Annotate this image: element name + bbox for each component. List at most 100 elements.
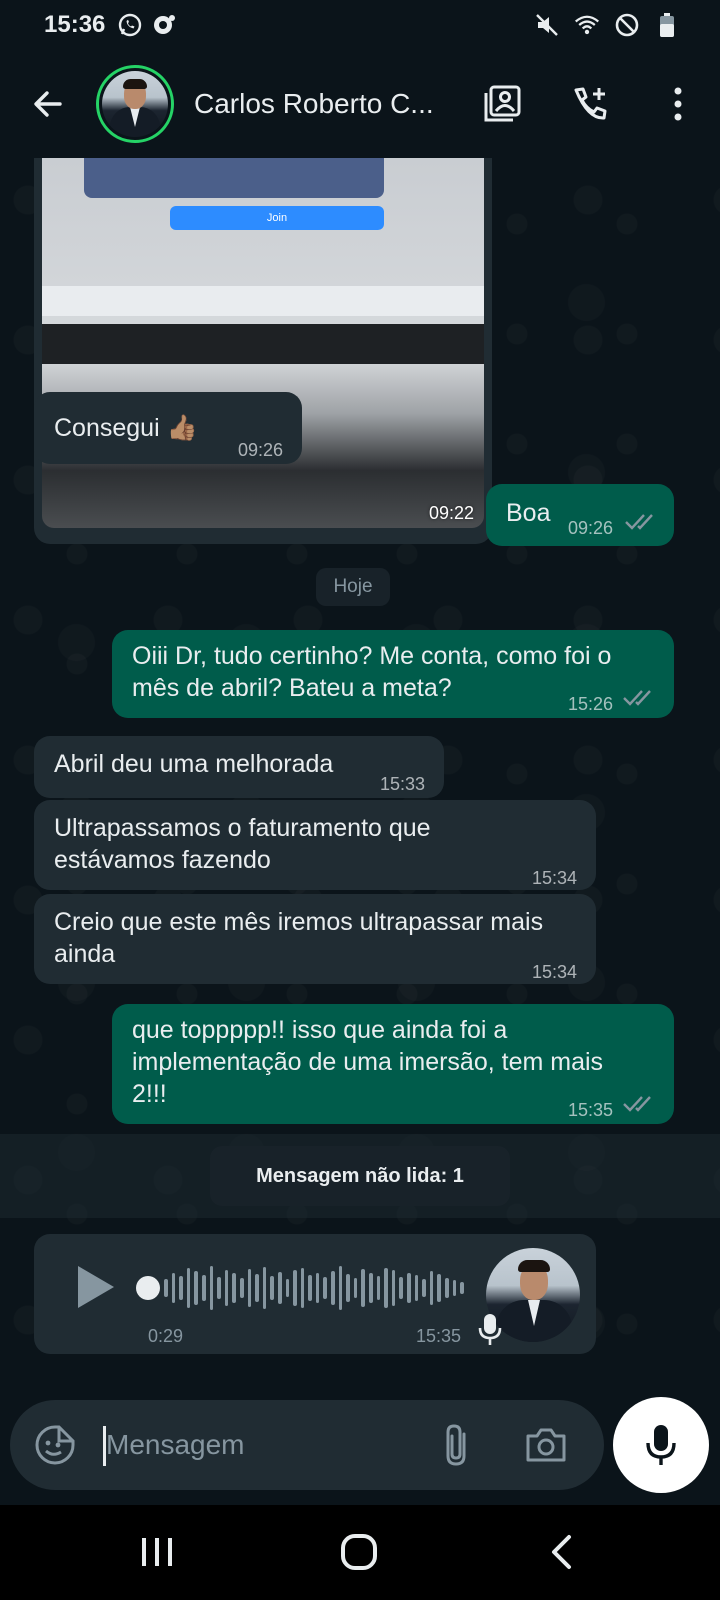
waveform-bar	[293, 1270, 297, 1306]
home-icon	[341, 1534, 377, 1570]
waveform-bar	[361, 1269, 366, 1307]
more-vertical-icon[interactable]	[656, 82, 700, 126]
incoming-message[interactable]: Consegui 👍🏽 09:26	[34, 392, 302, 464]
play-icon[interactable]	[74, 1262, 118, 1312]
voice-seek-handle[interactable]	[136, 1276, 160, 1300]
waveform-bar	[164, 1279, 168, 1297]
waveform-bar	[209, 1266, 214, 1310]
waveform-bar	[217, 1277, 221, 1299]
message-time: 09:22	[428, 503, 474, 523]
recents-icon	[142, 1538, 172, 1566]
message-composer[interactable]	[10, 1400, 604, 1490]
waveform-bar	[384, 1268, 388, 1308]
paperclip-icon[interactable]	[436, 1422, 476, 1468]
contact-card-icon[interactable]	[480, 82, 524, 126]
status-time: 15:36	[44, 11, 106, 38]
read-ticks-icon	[623, 690, 651, 706]
back-button[interactable]	[26, 82, 70, 126]
chevron-left-icon	[552, 1535, 571, 1569]
waveform-bar	[376, 1276, 381, 1300]
sticker-emoji-icon[interactable]	[34, 1424, 76, 1466]
waveform-bar	[224, 1270, 229, 1306]
message-time: 15:35	[416, 1326, 462, 1346]
waveform-bar	[353, 1278, 358, 1298]
waveform-bar	[300, 1268, 305, 1308]
whatsapp-icon	[117, 12, 143, 38]
voice-duration: 0:29	[148, 1326, 184, 1346]
waveform-bar	[323, 1277, 328, 1299]
message-input[interactable]	[106, 1422, 406, 1468]
message-time: 09:26	[568, 518, 614, 538]
voice-waveform[interactable]	[164, 1262, 464, 1314]
message-line: Creio que este mês iremos ultrapassar ma…	[54, 908, 544, 936]
waveform-bar	[262, 1267, 267, 1309]
waveform-bar	[277, 1272, 282, 1304]
waveform-bar	[460, 1282, 464, 1294]
waveform-bar	[422, 1279, 426, 1297]
system-nav-bar	[0, 1505, 720, 1600]
message-line: mês de abril? Bateu a meta?	[132, 674, 452, 702]
home-button[interactable]	[334, 1527, 384, 1577]
battery-icon	[654, 12, 680, 38]
incoming-message[interactable]: Ultrapassamos o faturamento que estávamo…	[34, 800, 596, 890]
unread-divider: Mensagem não lida: 1	[0, 1134, 720, 1218]
message-line: Oiii Dr, tudo certinho? Me conta, como f…	[132, 642, 612, 670]
voice-message[interactable]: 0:29 15:35	[34, 1234, 596, 1354]
unread-banner: Mensagem não lida: 1	[210, 1146, 510, 1206]
contact-avatar[interactable]	[96, 65, 174, 143]
message-line: que toppppp!! isso que ainda foi a	[132, 1016, 508, 1044]
waveform-bar	[331, 1271, 335, 1305]
screenshot-photo[interactable]: Join	[42, 158, 484, 528]
waveform-bar	[346, 1274, 350, 1302]
recents-button[interactable]	[132, 1527, 182, 1577]
message-line: 2!!!	[132, 1080, 167, 1108]
message-text: Boa	[506, 499, 551, 527]
waveform-bar	[452, 1280, 457, 1296]
composer-area	[0, 1383, 720, 1505]
mic-icon	[646, 1425, 676, 1465]
message-time: 15:26	[568, 694, 614, 714]
message-line: ainda	[54, 940, 116, 968]
mic-icon	[478, 1314, 502, 1345]
incoming-message[interactable]: Abril deu uma melhorada 15:33	[34, 736, 444, 798]
waveform-bar	[255, 1274, 259, 1302]
image-message[interactable]: Join 09:22	[34, 158, 492, 544]
waveform-bar	[338, 1266, 343, 1310]
waveform-bar	[437, 1274, 441, 1302]
arrow-left-icon	[34, 91, 62, 117]
waveform-bar	[270, 1276, 274, 1300]
add-call-icon[interactable]	[568, 82, 612, 126]
waveform-bar	[315, 1273, 320, 1303]
avatar	[102, 71, 168, 137]
outgoing-message[interactable]: Boa 09:26	[486, 484, 674, 546]
outgoing-message[interactable]: Oiii Dr, tudo certinho? Me conta, como f…	[112, 630, 674, 718]
waveform-bar	[247, 1269, 252, 1307]
waveform-bar	[369, 1273, 373, 1303]
waveform-bar	[407, 1273, 411, 1303]
chat-header: Carlos Roberto C...	[0, 50, 720, 158]
waveform-bar	[429, 1271, 434, 1305]
waveform-bar	[399, 1277, 403, 1299]
waveform-bar	[444, 1278, 449, 1298]
back-nav-button[interactable]	[536, 1527, 586, 1577]
outgoing-message[interactable]: que toppppp!! isso que ainda foi a imple…	[112, 1004, 674, 1124]
zoom-join-label: Join	[170, 206, 384, 230]
wifi-icon	[574, 12, 600, 38]
waveform-bar	[194, 1271, 198, 1305]
incoming-message[interactable]: Creio que este mês iremos ultrapassar ma…	[34, 894, 596, 984]
camera-icon[interactable]	[524, 1424, 568, 1466]
message-line: estávamos fazendo	[54, 846, 271, 874]
waveform-bar	[414, 1275, 419, 1301]
waveform-bar	[239, 1278, 244, 1298]
message-text: Abril deu uma melhorada	[54, 750, 334, 778]
message-time: 15:33	[380, 774, 426, 794]
voice-record-button[interactable]	[613, 1397, 709, 1493]
waveform-bar	[232, 1273, 236, 1303]
waveform-bar	[285, 1279, 290, 1297]
waveform-bar	[179, 1276, 183, 1300]
waveform-bar	[391, 1270, 396, 1306]
contact-name[interactable]: Carlos Roberto C...	[194, 88, 434, 120]
chat-area[interactable]: Join 09:22 Consegui 👍🏽 09:26 Boa 09:26 H…	[0, 158, 720, 1383]
read-ticks-icon	[623, 1096, 651, 1112]
message-line: implementação de uma imersão, tem mais	[132, 1048, 604, 1076]
